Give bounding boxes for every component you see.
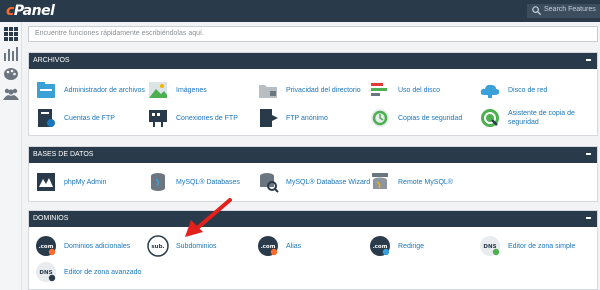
search-icon <box>532 6 542 16</box>
section-header[interactable]: ARCHIVOS <box>29 53 597 69</box>
quick-find-placeholder: Encuentre funciones rápidamente escribié… <box>35 30 204 37</box>
svg-text:DNS: DNS <box>39 270 52 276</box>
feature-search-placeholder: Search Features <box>544 6 596 13</box>
section-bases-de-datos: BASES DE DATOS phpMy Admin MySQL® Databa… <box>28 146 598 202</box>
ftp-connections-icon <box>149 110 167 127</box>
section-title: BASES DE DATOS <box>33 151 94 158</box>
sidebar <box>0 22 22 290</box>
remote-mysql-icon <box>372 173 388 189</box>
section-archivos: ARCHIVOS Administrador de archivos Imáge… <box>28 52 598 136</box>
aliases-icon: .com <box>258 236 278 256</box>
collapse-icon[interactable] <box>586 59 591 61</box>
subdomains-icon: sub. <box>147 235 169 257</box>
section-title: DOMINIOS <box>33 215 69 222</box>
collapse-icon[interactable] <box>586 217 591 219</box>
section-header[interactable]: DOMINIOS <box>29 211 597 227</box>
cloud-disk-icon <box>480 84 500 98</box>
backup-wizard-icon <box>481 109 499 127</box>
grid-home-icon[interactable] <box>3 27 19 41</box>
collapse-icon[interactable] <box>586 153 591 155</box>
svg-text:sub.: sub. <box>151 244 164 250</box>
folder-privacy-icon <box>259 85 277 98</box>
red-pointer-arrow-icon <box>185 198 232 237</box>
addon-domains-icon: .com <box>36 236 56 256</box>
themes-palette-icon[interactable] <box>3 67 19 81</box>
quick-find-input[interactable]: Encuentre funciones rápidamente escribié… <box>28 26 598 42</box>
anonymous-ftp-icon <box>260 109 278 127</box>
logo-text: Panel <box>13 3 55 19</box>
cpanel-logo[interactable]: cPanel <box>6 3 55 19</box>
statistics-icon[interactable] <box>3 47 19 61</box>
redirects-icon: .com <box>370 236 390 256</box>
phpmyadmin-icon <box>37 173 55 191</box>
users-icon[interactable] <box>3 87 19 101</box>
backup-icon <box>371 109 389 127</box>
section-dominios: DOMINIOS .com Dominios adicionales sub. … <box>28 210 598 290</box>
section-title: ARCHIVOS <box>33 57 70 64</box>
disk-usage-icon <box>371 83 387 96</box>
file-manager-icon <box>37 82 55 98</box>
advanced-zone-editor-icon: DNS <box>36 262 56 282</box>
mysql-databases-icon <box>151 173 165 191</box>
top-bar: cPanel Search Features <box>0 0 600 22</box>
svg-text:DNS: DNS <box>483 244 496 250</box>
section-header[interactable]: BASES DE DATOS <box>29 147 597 163</box>
ftp-accounts-icon <box>38 109 55 127</box>
feature-search-box[interactable]: Search Features <box>527 4 600 18</box>
simple-zone-editor-icon: DNS <box>480 236 500 256</box>
mysql-wizard-icon <box>260 173 279 193</box>
images-icon <box>149 82 167 98</box>
